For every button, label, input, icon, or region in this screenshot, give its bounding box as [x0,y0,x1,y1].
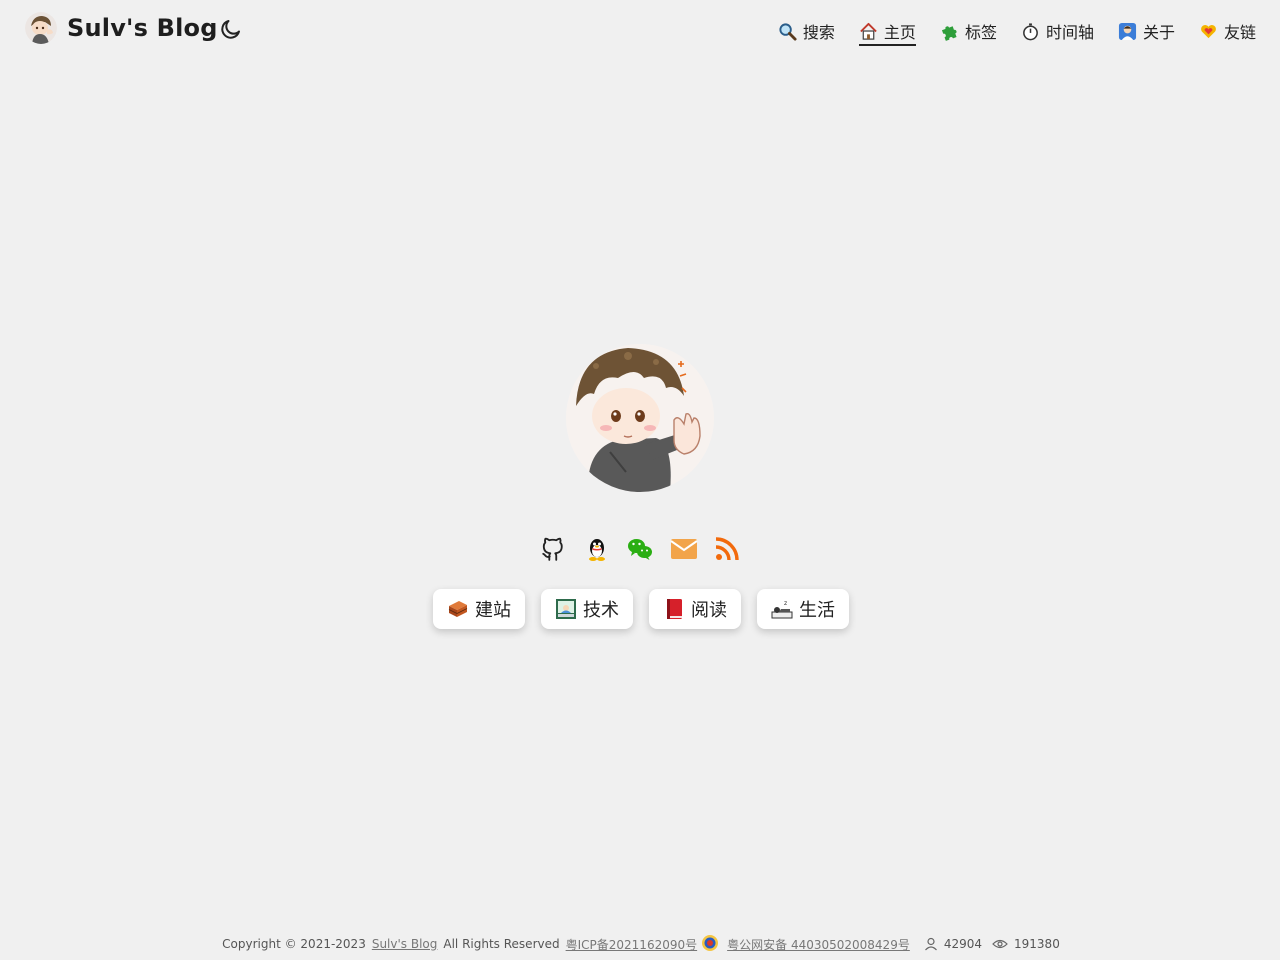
nav-item-search[interactable]: 搜索 [778,17,835,45]
site-title: Sulv's Blog [67,14,218,42]
nav-item-home[interactable]: 主页 [858,17,916,46]
visitor-count: 42904 [924,937,982,951]
avatar-logo-icon [25,12,57,44]
magnifier-icon [779,22,797,41]
nav-item-label: 主页 [883,23,916,42]
main-nav: 搜索 主页 标签 时间轴 关于 友链 [754,17,1256,46]
wechat-icon[interactable] [625,534,655,564]
social-links [538,534,742,564]
github-icon[interactable] [538,534,568,564]
nav-item-timeline[interactable]: 时间轴 [1021,17,1094,45]
category-label: 阅读 [691,600,727,621]
cartoon-boy-avatar-icon [566,344,714,492]
category-label: 生活 [799,600,835,621]
stopwatch-icon [1023,22,1038,40]
eye-icon [992,939,1008,949]
category-button-reading[interactable]: 阅读 [649,589,741,629]
category-buttons: 建站 技术 阅读 z 生活 [433,589,865,629]
nav-item-label: 时间轴 [1045,23,1094,42]
category-button-build[interactable]: 建站 [433,589,525,629]
red-book-icon [667,599,682,619]
police-record-link[interactable]: 粤公网安备 44030502008429号 [727,936,910,953]
nav-item-label: 搜索 [802,23,835,42]
view-count: 191380 [992,937,1060,951]
police-badge-icon [701,934,719,955]
bricks-icon [448,601,468,617]
email-icon[interactable] [669,534,699,564]
puzzle-icon [941,25,957,41]
user-icon [924,937,937,951]
copyright-text: Copyright © 2021-2023 [222,937,366,951]
rss-icon[interactable] [712,534,742,564]
house-icon [860,22,877,40]
view-count-value: 191380 [1014,937,1060,951]
nav-item-tags[interactable]: 标签 [940,17,997,45]
nav-item-about[interactable]: 关于 [1118,17,1175,45]
category-label: 建站 [475,600,511,621]
nav-item-label: 友链 [1223,23,1256,42]
svg-text:z: z [784,600,787,607]
moon-icon[interactable] [219,17,243,41]
site-footer: Copyright © 2021-2023 Sulv's Blog All Ri… [0,934,1280,954]
site-header: Sulv's Blog 搜索 主页 标签 时间轴 关于 友链 [0,0,1280,60]
rights-text: All Rights Reserved [443,937,560,951]
person-icon [1118,22,1137,40]
visitor-count-value: 42904 [943,937,983,951]
site-logo-link[interactable]: Sulv's Blog [25,12,218,44]
qq-icon[interactable] [582,534,612,564]
category-button-tech[interactable]: 技术 [541,589,633,629]
category-label: 技术 [583,600,619,621]
footer-site-link[interactable]: Sulv's Blog [372,937,438,951]
nav-item-label: 标签 [964,23,997,42]
nav-item-label: 关于 [1142,23,1175,42]
nav-item-friends[interactable]: 友链 [1199,17,1256,45]
heart-hands-icon [1201,24,1216,38]
computer-icon [556,599,576,619]
sleeping-person-icon: z [771,600,793,619]
icp-link[interactable]: 粤ICP备2021162090号 [566,936,698,953]
category-button-life[interactable]: z 生活 [757,589,849,629]
